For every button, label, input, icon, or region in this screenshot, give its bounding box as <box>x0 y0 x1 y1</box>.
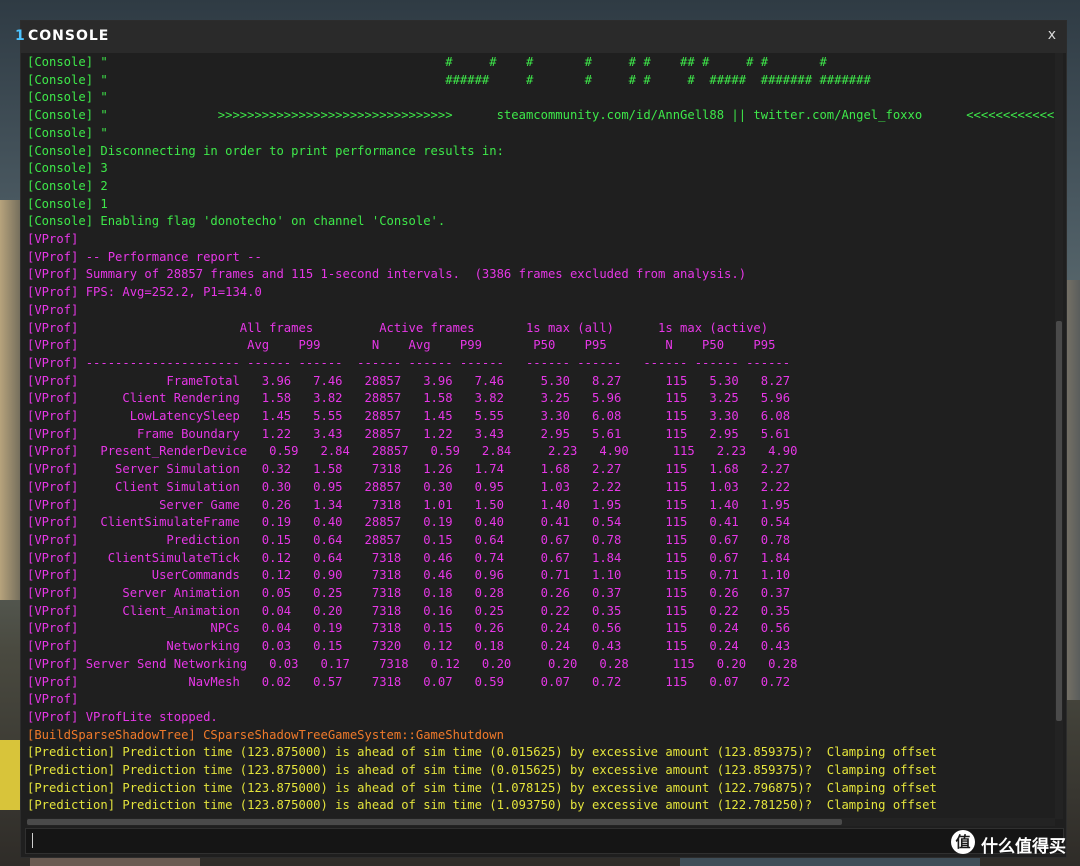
watermark: 值 什么值得买 <box>951 830 1075 858</box>
log-line: [VProf] Summary of 28857 frames and 115 … <box>27 267 747 282</box>
log-line: [VProf] <box>27 302 79 317</box>
log-line: [VProf] ClientSimulateFrame 0.19 0.40 28… <box>27 515 791 530</box>
close-button[interactable]: x <box>1048 27 1056 43</box>
log-line: [VProf] Prediction 0.15 0.64 28857 0.15 … <box>27 532 791 547</box>
text-caret <box>32 833 33 848</box>
log-line: [VProf] Frame Boundary 1.22 3.43 28857 1… <box>27 426 791 441</box>
console-titlebar[interactable]: 1 CONSOLE x <box>15 21 1066 53</box>
log-line: [VProf] NavMesh 0.02 0.57 7318 0.07 0.59… <box>27 674 791 689</box>
log-line: [Console] 1 <box>27 196 108 211</box>
console-window: 1 CONSOLE x [Console] " # # # # # # ## #… <box>15 20 1067 858</box>
log-line: [VProf] VProfLite stopped. <box>27 709 218 724</box>
console-title: CONSOLE <box>28 28 110 44</box>
log-line: [VProf] Client Simulation 0.30 0.95 2885… <box>27 479 791 494</box>
log-line: [VProf] Server Game 0.26 1.34 7318 1.01 … <box>27 497 791 512</box>
log-line: [VProf] Avg P99 N Avg P99 P50 P95 N P50 … <box>27 338 776 353</box>
log-line: [Prediction] Prediction time (123.875000… <box>27 798 937 813</box>
log-line: [VProf] FPS: Avg=252.2, P1=134.0 <box>27 285 262 300</box>
log-line: [VProf] --------------------- ------ ---… <box>27 355 791 370</box>
log-line: [Prediction] Prediction time (123.875000… <box>27 815 937 817</box>
log-line: [Console] " >>>>>>>>>>>>>>>>>>>>>>>>>>>>… <box>27 108 1055 123</box>
log-line: [VProf] Server Animation 0.05 0.25 7318 … <box>27 586 791 600</box>
log-line: [Console] " # # # # # # ## # # # # <box>27 55 827 69</box>
log-line: [Console] 3 <box>27 161 108 176</box>
vertical-scrollbar-thumb[interactable] <box>1056 321 1062 721</box>
log-line: [VProf] <box>27 232 79 246</box>
log-line: [VProf] All frames Active frames 1s max … <box>27 320 769 335</box>
background-building-left <box>0 200 22 600</box>
watermark-text: 什么值得买 <box>981 837 1066 857</box>
log-line: [VProf] ClientSimulateTick 0.12 0.64 731… <box>27 550 791 565</box>
background-sign-left <box>0 740 22 810</box>
horizontal-scrollbar-thumb[interactable] <box>27 819 842 825</box>
log-line: [Prediction] Prediction time (123.875000… <box>27 745 937 760</box>
console-tab-marker: 1 <box>15 28 25 44</box>
log-line: [Console] " <box>27 90 108 105</box>
log-line: [BuildSparseShadowTree] CSparseShadowTre… <box>27 727 504 742</box>
log-line: [Console] Enabling flag 'donotecho' on c… <box>27 214 446 229</box>
log-line: [VProf] NPCs 0.04 0.19 7318 0.15 0.26 0.… <box>27 621 791 636</box>
log-line: [Console] " ###### # # # # # ##### #####… <box>27 72 871 87</box>
log-line: [VProf] Networking 0.03 0.15 7320 0.12 0… <box>27 639 791 654</box>
log-line: [Console] " <box>27 125 108 140</box>
log-line: [VProf] Server Send Networking 0.03 0.17… <box>27 656 798 671</box>
watermark-logo-icon: 值 <box>951 830 975 854</box>
log-line: [Console] 2 <box>27 178 108 193</box>
console-input[interactable] <box>25 828 1064 854</box>
log-line: [VProf] Present_RenderDevice 0.59 2.84 2… <box>27 444 798 459</box>
log-line: [Console] Disconnecting in order to prin… <box>27 143 504 158</box>
log-line: [VProf] <box>27 692 79 707</box>
log-line: [Prediction] Prediction time (123.875000… <box>27 763 937 777</box>
log-line: [VProf] LowLatencySleep 1.45 5.55 28857 … <box>27 409 791 423</box>
log-line: [VProf] Server Simulation 0.32 1.58 7318… <box>27 462 791 477</box>
console-log[interactable]: [Console] " # # # # # # ## # # # # [Conso… <box>27 53 1055 817</box>
log-line: [VProf] Client Rendering 1.58 3.82 28857… <box>27 391 791 406</box>
log-line: [VProf] -- Performance report -- <box>27 249 262 264</box>
log-line: [Prediction] Prediction time (123.875000… <box>27 780 937 795</box>
log-line: [VProf] Client_Animation 0.04 0.20 7318 … <box>27 603 791 618</box>
log-line: [VProf] UserCommands 0.12 0.90 7318 0.46… <box>27 568 791 583</box>
log-line: [VProf] FrameTotal 3.96 7.46 28857 3.96 … <box>27 373 791 388</box>
